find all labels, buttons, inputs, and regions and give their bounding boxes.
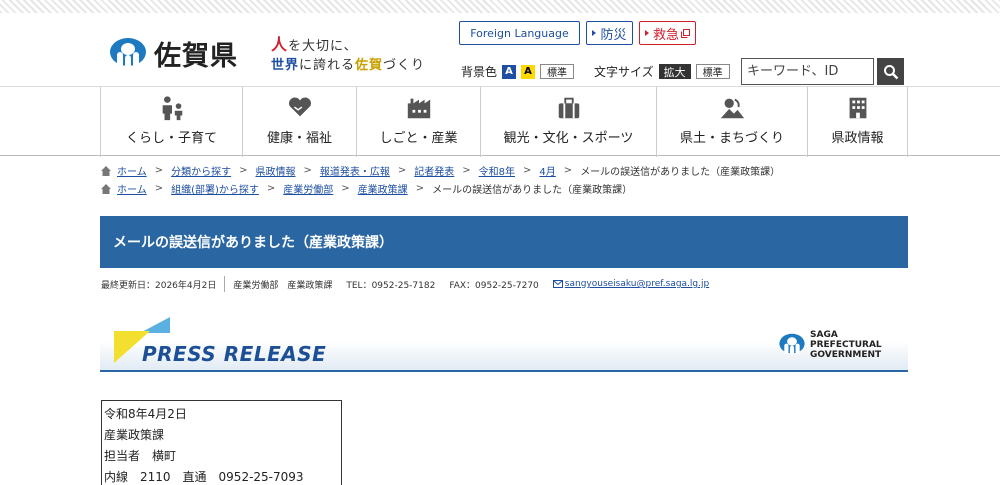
- saga-emblem-icon: [108, 37, 148, 71]
- triangle-right-icon: [592, 30, 597, 36]
- bgcolor-yellow-button[interactable]: A: [521, 64, 536, 79]
- nav-item-tourism[interactable]: 観光・文化・スポーツ: [480, 87, 656, 157]
- disaster-prevention-button[interactable]: 防災: [586, 21, 633, 45]
- tel: TEL：0952-25-7182: [346, 280, 436, 291]
- breadcrumb-link[interactable]: ホーム: [117, 163, 147, 178]
- landscape-icon: [718, 95, 746, 121]
- foreign-language-button[interactable]: Foreign Language: [459, 21, 580, 45]
- breadcrumb-link[interactable]: 県政情報: [255, 163, 295, 178]
- section-name: 産業政策課: [104, 428, 165, 442]
- person-in-charge: 担当者 横町: [104, 449, 177, 463]
- font-standard-button[interactable]: 標準: [695, 64, 730, 79]
- phone-number: 内線 2110 直通 0952-25-7093: [104, 470, 304, 484]
- triangle-right-icon: [644, 30, 649, 36]
- factory-icon: [405, 95, 433, 121]
- global-nav: くらし・子育て 健康・福祉 しごと・産業 観光・文化・スポーツ 県土・まちづくり: [0, 86, 1000, 157]
- breadcrumb-current: メールの誤送信がありました（産業政策課）: [580, 167, 781, 178]
- contact-info-box: 令和8年4月2日 産業政策課 担当者 横町 内線 2110 直通 0952-25…: [101, 400, 342, 485]
- breadcrumb: ホーム > 組織(部署)から探す > 産業労働部 > 産業政策課 > メールの誤送信があ…: [101, 181, 632, 196]
- top-decorative-stripe: [0, 0, 1000, 13]
- breadcrumb-link[interactable]: 令和8年: [479, 163, 515, 178]
- fax: FAX：0952-25-7270: [449, 280, 539, 291]
- background-color-switcher: 背景色 A A 標準: [461, 63, 575, 80]
- page-title: メールの誤送信がありました（産業政策課）: [100, 216, 908, 268]
- building-icon: [844, 95, 872, 121]
- search-input[interactable]: [741, 58, 874, 85]
- nav-item-health[interactable]: 健康・福祉: [242, 87, 356, 157]
- breadcrumb-link[interactable]: ホーム: [117, 181, 147, 196]
- mail-icon: [552, 280, 563, 288]
- department: 産業労働部 産業政策課: [233, 280, 333, 291]
- bgcolor-blue-button[interactable]: A: [502, 64, 517, 79]
- email-link[interactable]: sangyouseisaku@pref.saga.lg.jp: [565, 279, 709, 289]
- logo-text: 佐賀県: [154, 41, 238, 72]
- divider: [224, 276, 226, 292]
- release-date: 令和8年4月2日: [104, 407, 187, 421]
- nav-item-government[interactable]: 県政情報: [807, 87, 908, 157]
- external-window-icon: [681, 28, 690, 38]
- font-size-switcher: 文字サイズ 拡大 標準: [594, 63, 730, 80]
- breadcrumb-current: メールの誤送信がありました（産業政策課）: [432, 185, 633, 196]
- saga-emblem-icon: [779, 333, 805, 355]
- breadcrumb-link[interactable]: 報道発表・広報: [320, 163, 390, 178]
- home-icon: [101, 183, 111, 194]
- breadcrumb-link[interactable]: 産業労働部: [283, 181, 333, 196]
- press-release-banner: PRESS RELEASE SAGA PREFECTURAL GOVERNMEN…: [100, 311, 908, 372]
- breadcrumb-link[interactable]: 産業政策課: [358, 181, 408, 196]
- breadcrumb-link[interactable]: 4月: [539, 163, 555, 178]
- font-enlarge-button[interactable]: 拡大: [658, 64, 691, 79]
- search-icon: [883, 64, 898, 79]
- nav-item-land[interactable]: 県土・まちづくり: [656, 87, 807, 157]
- page-meta: 最終更新日：2026年4月2日 産業労働部 産業政策課 TEL：0952-25-…: [101, 276, 709, 292]
- press-release-text: PRESS RELEASE: [142, 342, 327, 366]
- site-logo[interactable]: 佐賀県: [108, 34, 238, 73]
- saga-prefectural-government-logo: SAGA PREFECTURAL GOVERNMENT: [778, 330, 882, 360]
- heart-hands-icon: [286, 95, 314, 121]
- breadcrumb-link[interactable]: 記者発表: [414, 163, 454, 178]
- search-button[interactable]: [877, 58, 904, 85]
- breadcrumb-link[interactable]: 組織(部署)から探す: [171, 181, 259, 196]
- breadcrumb: ホーム > 分類から探す > 県政情報 > 報道発表・広報 > 記者発表 > 令和8年 > …: [101, 163, 780, 178]
- family-icon: [158, 95, 186, 121]
- home-icon: [101, 165, 111, 176]
- breadcrumb-link[interactable]: 分類から探す: [171, 163, 231, 178]
- nav-item-living[interactable]: くらし・子育て: [100, 87, 242, 157]
- emergency-button[interactable]: 救急: [639, 21, 696, 45]
- bgcolor-standard-button[interactable]: 標準: [540, 64, 575, 79]
- last-updated: 最終更新日：2026年4月2日: [101, 280, 217, 291]
- nav-item-work[interactable]: しごと・産業: [356, 87, 480, 157]
- slogan: 人を大切に、 世界に誇れる佐賀づくり: [271, 35, 426, 73]
- suitcase-icon: [555, 95, 583, 121]
